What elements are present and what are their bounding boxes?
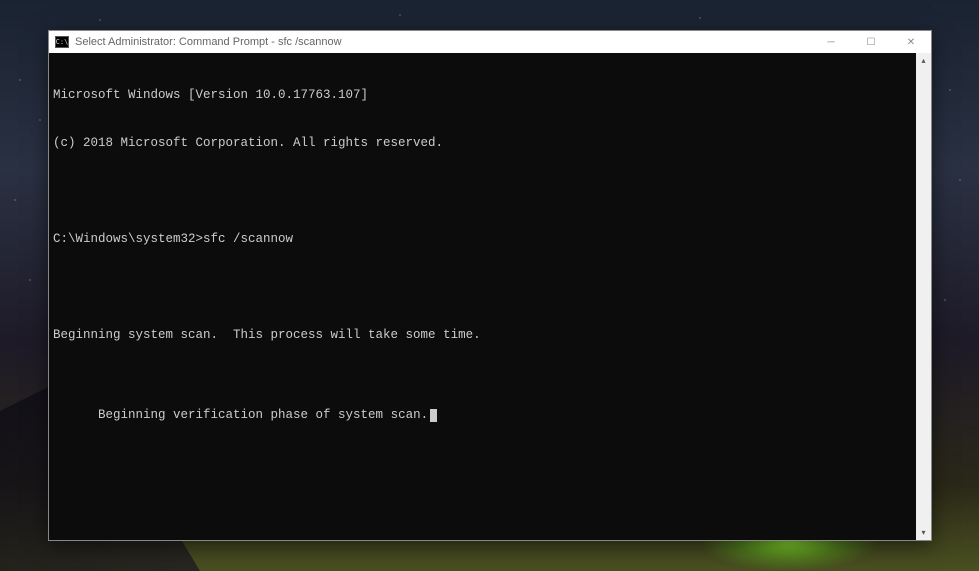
terminal-output[interactable]: Microsoft Windows [Version 10.0.17763.10… xyxy=(49,53,916,540)
scroll-up-arrow[interactable]: ▴ xyxy=(916,53,931,68)
titlebar[interactable]: C:\ Select Administrator: Command Prompt… xyxy=(49,31,931,53)
maximize-button[interactable]: ☐ xyxy=(851,31,891,53)
blank-line xyxy=(53,375,912,391)
minimize-button[interactable]: ─ xyxy=(811,31,851,53)
window-controls: ─ ☐ ✕ xyxy=(811,31,931,53)
scroll-track[interactable] xyxy=(916,68,931,525)
blank-line xyxy=(53,279,912,295)
blank-line xyxy=(53,183,912,199)
vertical-scrollbar[interactable]: ▴ ▾ xyxy=(916,53,931,540)
cmd-icon: C:\ xyxy=(55,36,69,48)
scroll-down-arrow[interactable]: ▾ xyxy=(916,525,931,540)
prompt-line: C:\Windows\system32>sfc /scannow xyxy=(53,231,912,247)
output-line: Microsoft Windows [Version 10.0.17763.10… xyxy=(53,87,912,103)
close-button[interactable]: ✕ xyxy=(891,31,931,53)
window-title: Select Administrator: Command Prompt - s… xyxy=(75,36,811,48)
output-line: (c) 2018 Microsoft Corporation. All righ… xyxy=(53,135,912,151)
cursor xyxy=(430,409,437,422)
command-prompt-window: C:\ Select Administrator: Command Prompt… xyxy=(48,30,932,541)
output-line: Beginning verification phase of system s… xyxy=(98,408,428,422)
output-line: Beginning system scan. This process will… xyxy=(53,327,912,343)
terminal-area: Microsoft Windows [Version 10.0.17763.10… xyxy=(49,53,931,540)
